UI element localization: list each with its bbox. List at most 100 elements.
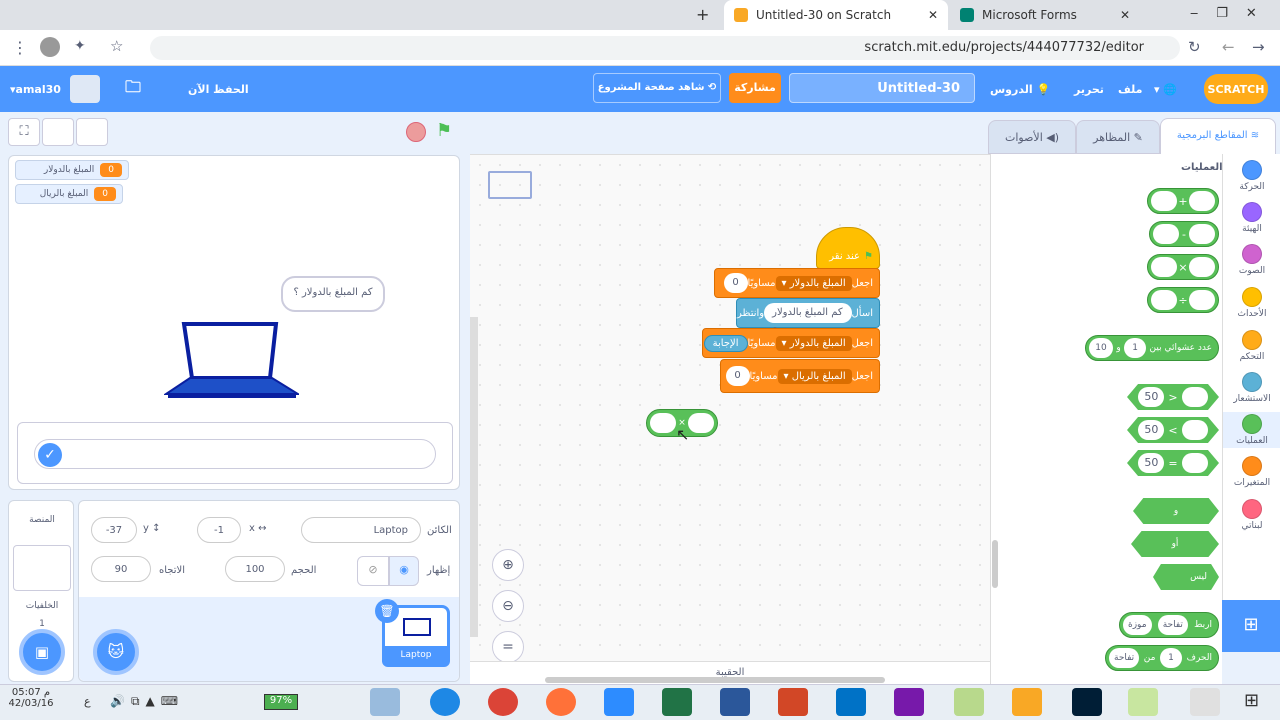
variable-dropdown[interactable]: ▾ المبلغ بالدولار <box>775 335 852 351</box>
folder-icon[interactable]: 🗀 <box>125 66 141 112</box>
extensions-icon[interactable]: ✦ <box>74 38 86 54</box>
bookmark-star-icon[interactable]: ☆ <box>110 37 123 55</box>
fullscreen-icon[interactable]: ⛶ <box>8 118 40 146</box>
subtract-block[interactable]: - <box>1149 221 1219 247</box>
scratch-app-icon[interactable] <box>1012 688 1042 716</box>
answer-input[interactable] <box>34 439 436 469</box>
user-menu[interactable]: ▾ amal30 <box>10 66 61 112</box>
direction-input[interactable]: 90 <box>91 556 151 582</box>
project-title-input[interactable]: Untitled-30 <box>789 73 975 103</box>
edge-icon[interactable] <box>430 688 460 716</box>
notes-app-icon[interactable] <box>370 688 400 716</box>
category-looks[interactable]: الهيئة <box>1223 202 1280 234</box>
sprite-name-input[interactable]: Laptop <box>301 517 421 543</box>
code-workspace[interactable]: عند نقر ⚑ 0 مساويًا ▾ المبلغ بالدولار اجعل و… <box>470 154 990 685</box>
edit-menu[interactable]: تحرير <box>1074 66 1104 112</box>
close-icon[interactable]: ✕ <box>1120 8 1130 22</box>
operand-input[interactable] <box>650 413 676 433</box>
add-block[interactable]: + <box>1147 188 1219 214</box>
and-block[interactable]: و <box>1133 498 1219 524</box>
choose-backdrop-icon[interactable]: ▣ <box>19 629 65 675</box>
category-control[interactable]: التحكم <box>1223 330 1280 362</box>
photoshop-icon[interactable] <box>1072 688 1102 716</box>
green-flag-icon[interactable]: ⚑ <box>436 120 452 141</box>
url-input[interactable]: scratch.mit.edu/projects/444077732/edito… <box>150 36 1180 60</box>
small-stage-icon[interactable] <box>42 118 74 146</box>
word-icon[interactable] <box>720 688 750 716</box>
back-icon[interactable]: ← <box>1222 38 1235 56</box>
tab-forms[interactable]: Microsoft Forms ✕ <box>950 0 1140 30</box>
variable-dropdown[interactable]: ▾ المبلغ بالريال <box>777 368 852 384</box>
tab-costumes[interactable]: المظاهر ✎ <box>1076 120 1160 154</box>
outlook-icon[interactable] <box>836 688 866 716</box>
globe-icon[interactable]: ▾ 🌐 <box>1154 66 1177 112</box>
check-icon[interactable]: ✓ <box>38 443 62 467</box>
forward-icon[interactable]: → <box>1252 38 1265 56</box>
delete-trash-icon[interactable]: 🗑 <box>375 599 399 623</box>
letter-of-block[interactable]: تفاحة من 1 الحرف <box>1105 645 1219 671</box>
hide-eye-icon[interactable]: ⊘ <box>357 556 389 586</box>
input-language[interactable]: ع <box>84 695 91 708</box>
pick-random-block[interactable]: 10 و 1 عدد عشوائي بين <box>1085 335 1219 361</box>
new-tab-button[interactable]: + <box>696 5 709 24</box>
powerpoint-icon[interactable] <box>778 688 808 716</box>
excel-icon[interactable] <box>662 688 692 716</box>
large-stage-icon[interactable] <box>76 118 108 146</box>
save-now-menu[interactable]: الحفظ الآن <box>188 66 249 112</box>
chrome-icon[interactable] <box>488 688 518 716</box>
zoom-in-icon[interactable]: ⊕ <box>492 549 524 581</box>
stage-select-panel[interactable]: المنصة الخلفيات 1 ▣ <box>8 500 74 682</box>
tab-sounds[interactable]: الأصوات ◀) <box>988 120 1076 154</box>
avatar[interactable] <box>70 75 100 103</box>
tray-icons[interactable]: 🔊⧉▲⌨ <box>110 694 184 709</box>
less-than-block[interactable]: 50 < <box>1127 417 1219 443</box>
laptop-sprite[interactable] <box>164 320 299 400</box>
divide-block[interactable]: ÷ <box>1147 287 1219 313</box>
tab-code[interactable]: المقاطع البرمجية ≋ <box>1160 118 1276 154</box>
scrollbar-vertical[interactable] <box>470 317 478 637</box>
menu-dots-icon[interactable]: ⋮ <box>12 38 28 57</box>
sticky-notes-icon[interactable] <box>954 688 984 716</box>
y-input[interactable]: -37 <box>91 517 137 543</box>
size-input[interactable]: 100 <box>225 556 285 582</box>
add-extension-icon[interactable]: ⊞ <box>1222 600 1280 652</box>
firefox-icon[interactable] <box>546 688 576 716</box>
file-menu[interactable]: ملف <box>1118 66 1142 112</box>
zoom-reset-icon[interactable]: = <box>492 631 524 663</box>
join-block[interactable]: موزة تفاحة اربط <box>1119 612 1219 638</box>
choose-sprite-icon[interactable]: 🐱 <box>93 629 139 675</box>
ask-and-wait-block[interactable]: وانتظركم المبلغ بالدولار ؟اسأل <box>736 298 880 338</box>
show-eye-icon[interactable]: ◉ <box>389 556 419 586</box>
see-project-page-button[interactable]: شاهد صفحة المشروع ⟲ <box>593 73 721 103</box>
set-variable-block[interactable]: 0 مساويًا ▾ المبلغ بالريال اجعل <box>720 359 880 393</box>
category-sensing[interactable]: الاستشعار <box>1223 372 1280 404</box>
category-motion[interactable]: الحركة <box>1223 160 1280 192</box>
or-block[interactable]: أو <box>1131 531 1219 557</box>
multiply-block[interactable]: × <box>1147 254 1219 280</box>
zoom-out-icon[interactable]: ⊖ <box>492 590 524 622</box>
greater-than-block[interactable]: 50 > <box>1127 384 1219 410</box>
battery-indicator[interactable]: 97% <box>264 694 298 710</box>
scrollbar-horizontal[interactable] <box>545 677 885 683</box>
set-variable-block[interactable]: الإجابة مساويًا ▾ المبلغ بالدولار اجعل <box>702 328 880 358</box>
when-flag-clicked-block[interactable]: عند نقر ⚑ <box>816 227 880 269</box>
onenote-icon[interactable] <box>894 688 924 716</box>
not-block[interactable]: ليس <box>1153 564 1219 590</box>
category-events[interactable]: الأحداث <box>1223 287 1280 319</box>
stop-icon[interactable] <box>406 122 426 142</box>
profile-avatar[interactable] <box>40 37 60 57</box>
tutorials-menu[interactable]: الدروس 💡 <box>990 66 1050 112</box>
windows-start-icon[interactable]: ⊞ <box>1244 690 1259 711</box>
set-variable-block[interactable]: 0 مساويًا ▾ المبلغ بالدولار اجعل <box>714 268 880 298</box>
answer-reporter[interactable]: الإجابة <box>703 334 748 352</box>
category-variables[interactable]: المتغيرات <box>1223 456 1280 488</box>
category-operators[interactable]: العمليات <box>1223 412 1280 448</box>
scratch-logo[interactable]: SCRATCH <box>1204 74 1268 104</box>
snipping-tool-icon[interactable] <box>1190 688 1220 716</box>
stage[interactable]: المبلغ بالدولار 0 المبلغ بالريال 0 كم المب… <box>8 155 460 490</box>
category-my-blocks[interactable]: لبناتي <box>1223 499 1280 531</box>
equals-block[interactable]: 50 = <box>1127 450 1219 476</box>
notepad-icon[interactable] <box>1128 688 1158 716</box>
share-button[interactable]: مشاركة <box>729 73 781 103</box>
zoom-app-icon[interactable] <box>604 688 634 716</box>
